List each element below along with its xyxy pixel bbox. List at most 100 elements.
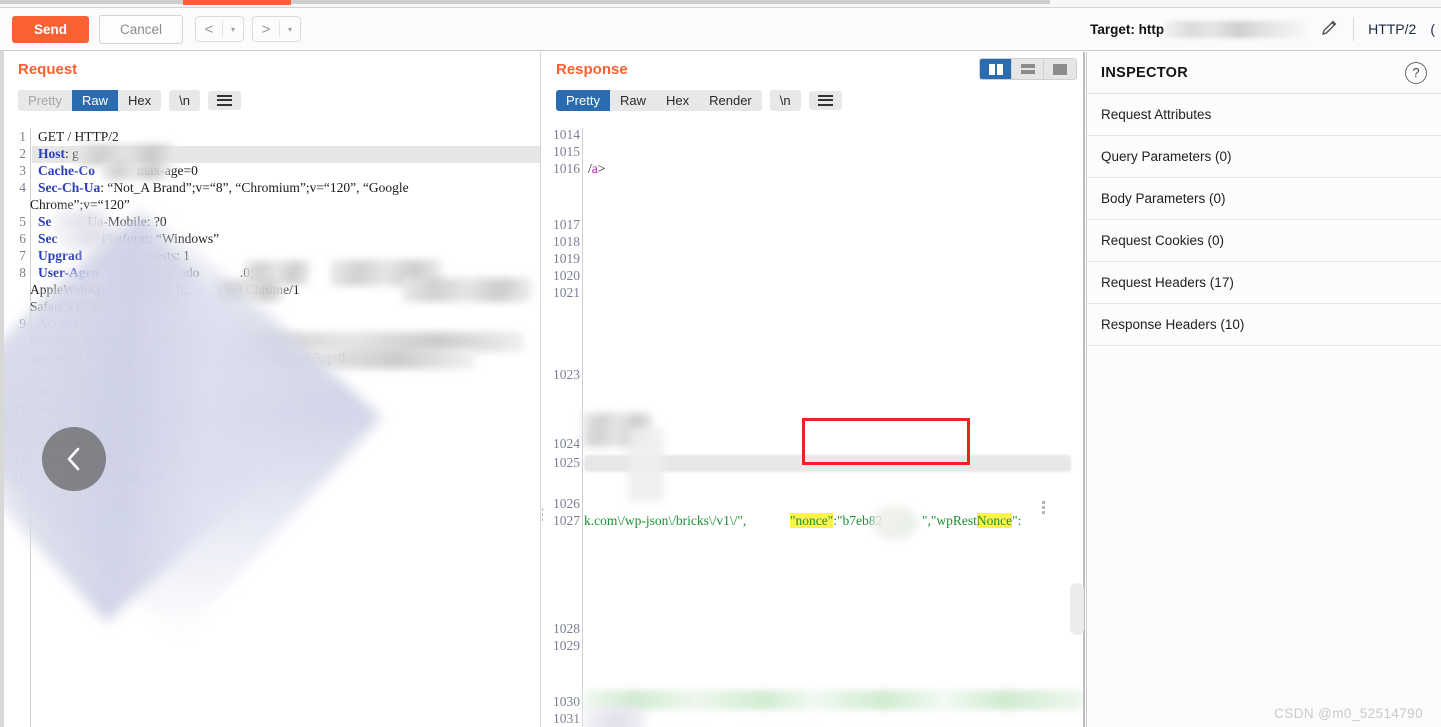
wprestnonce-suffix: ": [1012,513,1022,528]
header-value: re-Requests: 1 [112,248,190,263]
redaction-smudge [584,708,644,727]
line-number: 12 [12,418,27,433]
line-number: 11 [13,401,26,416]
inspector-row-body-parameters[interactable]: Body Parameters (0) [1087,178,1441,220]
nonce-value-tail: ", [922,513,931,528]
response-view-pretty[interactable]: Pretty [556,89,610,111]
line-number: 2 [19,146,26,161]
split-horizontal-icon[interactable] [1012,59,1044,79]
response-header: Response [542,52,1085,86]
wprestnonce-highlight: Nonce [976,513,1013,528]
question-mark-icon[interactable]: ? [1405,61,1427,84]
header-name: Sec [38,231,58,246]
request-line-7: Upgrad re-Requests: 1 [38,248,190,264]
back-dropdown-caret-icon[interactable]: ▾ [223,17,243,41]
response-view-hex[interactable]: Hex [656,90,699,111]
pencil-icon[interactable] [1319,18,1339,41]
response-line-1016: /a> [588,161,605,177]
inspector-row-request-cookies[interactable]: Request Cookies (0) [1087,220,1441,262]
header-name: Sec-F [38,401,71,416]
response-title: Response [556,60,628,78]
splitter-handle-right[interactable] [1042,501,1045,514]
request-view-chips: Pretty Raw Hex [18,89,162,111]
header-name: Host [38,146,65,161]
split-vertical-icon[interactable] [980,59,1012,79]
request-menu-icon[interactable] [207,90,241,110]
inspector-row-request-attributes[interactable]: Request Attributes [1087,94,1441,136]
line-number: 1027 [553,513,580,528]
forward-button-group[interactable]: > ▾ [252,16,302,42]
header-value: max-age=0 [137,163,198,178]
back-arrow-icon[interactable]: < [196,17,222,41]
response-menu-icon[interactable] [808,90,842,110]
inspector-row-response-headers[interactable]: Response Headers (10) [1087,304,1441,346]
header-value: Platform: “Windows” [101,231,220,246]
redaction-smudge [330,260,442,286]
toolbar-overflow-icon[interactable]: ( [1430,21,1435,37]
forward-dropdown-caret-icon[interactable]: ▾ [280,17,300,41]
request-line-3: Cache-Co max-age=0 [38,163,198,179]
request-line-11: Sec-F avigate [38,401,153,417]
request-editor[interactable]: 1 2 3 4 5 6 7 8 9 10 11 12 13 14 15 GET … [4,128,540,727]
header-value: : “Not_A Brand”;v=“8”, “Chromium”;v=“120… [100,180,409,195]
line-number: 1015 [553,144,580,159]
forward-arrow-icon[interactable]: > [253,17,279,41]
nonce-fragment: "nonce":"b7eb82 [790,513,882,529]
nonce-key-highlight: "nonce" [790,513,834,528]
cancel-button[interactable]: Cancel [99,14,184,44]
inspector-row-query-parameters[interactable]: Query Parameters (0) [1087,136,1441,178]
request-view-hex[interactable]: Hex [118,90,161,111]
request-panel: Request Pretty Raw Hex \n 1 2 3 4 5 6 7 [4,52,541,727]
response-view-chips: Pretty Raw Hex Render [556,89,762,111]
target-value-redacted [1165,20,1306,38]
header-value: : g [65,146,79,161]
request-line-6: Sec Platform: “Windows” [38,231,219,247]
watermark: CSDN @m0_52514790 [1274,706,1423,721]
line-number: 4 [19,180,26,195]
active-tab-indicator[interactable] [183,0,291,5]
line-number: 14 [12,452,27,467]
single-pane-icon[interactable] [1044,59,1076,79]
line-number: 1017 [553,217,580,232]
response-editor[interactable]: 1014 1015 1016 1017 1018 1019 1020 1021 … [542,128,1085,727]
request-line-9-cont-3: 7 [30,367,37,382]
request-view-raw[interactable]: Raw [71,89,118,111]
send-button[interactable]: Send [12,15,90,43]
response-line-1023: k.com\/wp-json\/bricks\/v1\/", [584,513,746,529]
request-newline-toggle[interactable]: \n [169,89,200,111]
line-number: 1014 [553,128,580,142]
overlay-back-button[interactable] [42,427,106,491]
inspector-row-request-headers[interactable]: Request Headers (17) [1087,262,1441,304]
response-newline-toggle[interactable]: \n [769,89,801,111]
splitter-handle[interactable] [542,508,543,521]
request-line-9: Accept: [38,316,82,332]
request-line-2: Host: g [38,146,79,162]
target-area: Target: http HTTP/2 ( [1090,17,1441,41]
request-view-pretty[interactable]: Pretty [18,90,72,111]
header-value: -Sit [98,384,118,399]
line-number: 1 [19,129,26,144]
tab-strip [0,0,1441,8]
response-view-render[interactable]: Render [699,90,762,111]
request-line-4-cont: Chrome”;v=“120” [30,197,130,212]
line-number: 9 [19,316,26,331]
request-view-toolbar: Pretty Raw Hex \n [4,86,540,114]
response-scrollbar-thumb[interactable] [1070,583,1084,635]
inspector-header: INSPECTOR ? [1087,52,1441,94]
request-line-9-cont-1: text/html,applicatio ml e/a [30,333,281,348]
divider [1353,17,1355,41]
header-value: avigate [114,401,154,416]
header-name: Upgrad [38,248,83,263]
header-name: Sec-Ch-Ua [38,180,101,195]
http-version-label[interactable]: HTTP/2 [1368,21,1416,37]
request-line-4: Sec-Ch-Ua: “Not_A Brand”;v=“8”, “Chromiu… [38,180,409,196]
burp-repeater-window: Send Cancel < ▾ > ▾ Target: http HTTP/2 … [0,0,1441,727]
line-number: 1020 [553,268,580,283]
line-number: 1024 [553,436,580,451]
response-view-raw[interactable]: Raw [610,90,656,111]
nonce-value: "b7eb82 [837,513,883,528]
header-name: Accept [38,316,78,331]
back-button-group[interactable]: < ▾ [195,16,245,42]
redaction-smudge [402,278,532,302]
request-line-8: User-Agen la/5.0 (Windo .0; [38,265,254,281]
